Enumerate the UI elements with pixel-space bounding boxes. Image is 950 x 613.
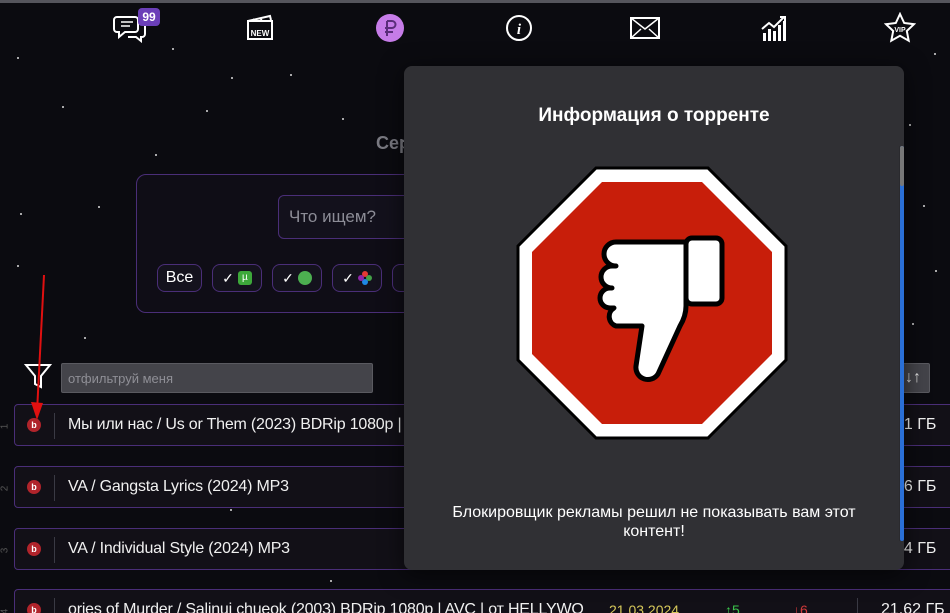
flower-icon	[357, 271, 372, 285]
torrent-info-modal: Информация о торренте Блокировщик реклам…	[404, 66, 904, 570]
star	[172, 48, 174, 50]
divider	[54, 537, 55, 563]
chip-label: Все	[165, 269, 194, 286]
star	[909, 124, 911, 126]
modal-title: Информация о торренте	[538, 105, 770, 126]
notification-badge: 99	[138, 8, 160, 26]
funnel-icon[interactable]	[24, 362, 52, 390]
torrent-size: 21.62 ГБ	[881, 601, 945, 613]
torrent-date: 21.03.2024	[609, 602, 680, 613]
utorrent-icon: µ	[237, 271, 252, 285]
star	[20, 213, 22, 215]
nav-donate[interactable]	[370, 8, 410, 48]
filter-input[interactable]	[61, 363, 373, 393]
mail-icon	[630, 17, 660, 39]
row-number: 2	[0, 485, 11, 492]
filter-chip-qbittorrent[interactable]: ✓	[332, 264, 382, 292]
nav-new-releases[interactable]: NEW	[240, 8, 280, 48]
star	[17, 57, 19, 59]
star	[230, 509, 232, 511]
ruble-icon	[376, 14, 404, 42]
search-section-heading: Сер	[376, 133, 406, 153]
thumbs-down-stop-sign-icon	[516, 166, 788, 440]
star	[934, 53, 936, 55]
seeders-count: ↑5	[725, 602, 740, 613]
new-releases-icon: NEW	[247, 14, 273, 40]
divider	[857, 598, 858, 613]
leechers-count: ↓6	[793, 602, 808, 613]
row-number: 4	[0, 608, 11, 613]
torrent-title[interactable]: VA / Gangsta Lyrics (2024) MP3	[68, 478, 289, 496]
star	[206, 110, 208, 112]
nav-mail[interactable]	[625, 8, 665, 48]
stats-icon	[761, 16, 786, 41]
nav-info[interactable]: i	[499, 8, 539, 48]
star	[17, 265, 19, 267]
svg-text:NEW: NEW	[251, 29, 270, 38]
row-number: 3	[0, 547, 11, 554]
filter-chip-all[interactable]: Все	[157, 264, 202, 292]
nav-vip[interactable]: VIP	[880, 8, 920, 48]
star	[330, 580, 332, 582]
star	[912, 323, 914, 325]
divider	[54, 598, 55, 613]
adblock-message: Блокировщик рекламы решил не показывать …	[452, 504, 856, 540]
row-number: 1	[0, 423, 11, 430]
tracker-icon: b	[27, 603, 41, 613]
tracker-icon: b	[27, 542, 41, 556]
torrent-title[interactable]: Мы или нас / Us or Them (2023) BDRip 108…	[68, 416, 415, 434]
tracker-icon: b	[27, 480, 41, 494]
divider	[54, 475, 55, 501]
top-nav: 99 NEW i VIP	[0, 8, 950, 48]
torrent-title[interactable]: ories of Murder / Salinui chueok (2003) …	[68, 601, 598, 613]
divider	[54, 413, 55, 439]
star	[923, 205, 925, 207]
nav-stats[interactable]	[753, 8, 793, 48]
tracker-icon: b	[27, 418, 41, 432]
svg-text:VIP: VIP	[894, 27, 906, 34]
star	[62, 106, 64, 108]
star	[342, 118, 344, 120]
table-row[interactable]: 4 b ories of Murder / Salinui chueok (20…	[0, 589, 950, 613]
modal-scrollbar-thumb[interactable]	[900, 146, 904, 186]
nav-chat[interactable]: 99	[110, 8, 160, 48]
star	[935, 270, 937, 272]
bittorrent-icon	[297, 271, 312, 285]
search-panel: Все ✓ µ ✓ ✓	[136, 174, 458, 313]
info-icon: i	[506, 15, 532, 41]
svg-text:i: i	[517, 22, 522, 38]
star	[84, 337, 86, 339]
vip-icon: VIP	[884, 12, 916, 43]
check-icon: ✓	[342, 269, 354, 286]
filter-chip-bittorrent[interactable]: ✓	[272, 264, 322, 292]
star	[98, 206, 100, 208]
filter-chip-utorrent[interactable]: ✓ µ	[212, 264, 262, 292]
star	[290, 74, 292, 76]
torrent-title[interactable]: VA / Individual Style (2024) MP3	[68, 540, 290, 558]
modal-scrollbar[interactable]	[900, 146, 904, 541]
check-icon: ✓	[282, 269, 294, 286]
check-icon: ✓	[222, 269, 234, 286]
star	[231, 77, 233, 79]
star	[155, 154, 157, 156]
